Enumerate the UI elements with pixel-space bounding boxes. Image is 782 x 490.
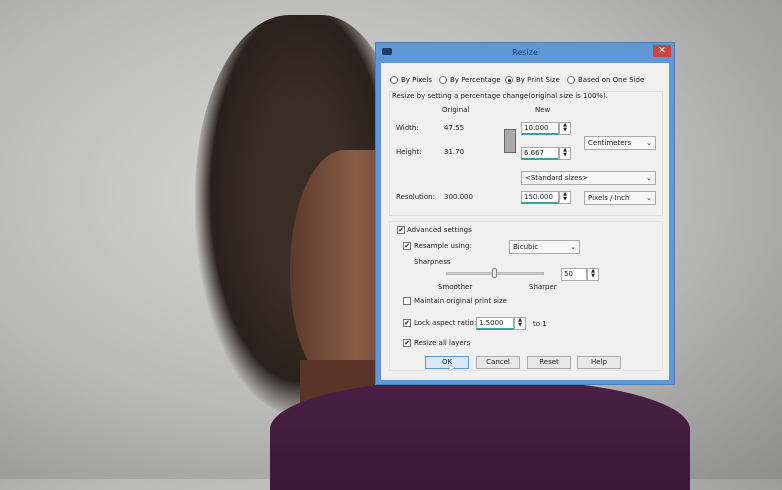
chevron-down-icon: ⌄ bbox=[646, 139, 652, 147]
resample-method-value: Bicubic bbox=[513, 243, 539, 251]
resample-label: Resample using: bbox=[414, 242, 472, 250]
original-header: Original bbox=[442, 106, 470, 114]
sharper-label: Sharper bbox=[529, 283, 557, 291]
close-button[interactable]: ✕ bbox=[653, 45, 671, 57]
height-input[interactable]: 6.667 bbox=[521, 147, 559, 160]
mouse-cursor-icon: ➤ bbox=[447, 363, 456, 374]
new-header: New bbox=[535, 106, 551, 114]
chevron-down-icon: ⌄ bbox=[646, 174, 652, 182]
resolution-original: 300.000 bbox=[444, 193, 473, 201]
smoother-label: Smoother bbox=[438, 283, 473, 291]
width-label: Width: bbox=[396, 124, 419, 132]
radio-based-on-one-side[interactable] bbox=[567, 76, 575, 84]
advanced-settings-checkbox[interactable]: ✔ bbox=[397, 226, 405, 234]
lock-aspect-checkbox[interactable]: ✔ bbox=[403, 319, 411, 327]
radio-label: By Pixels bbox=[401, 76, 433, 84]
description: Resize by setting a percentage change(or… bbox=[392, 92, 609, 100]
photo-sweater bbox=[270, 380, 690, 490]
height-spinner[interactable]: ▲ ▼ bbox=[559, 147, 571, 160]
advanced-settings-label: Advanced settings bbox=[407, 226, 472, 234]
radio-label: Based on One Side bbox=[578, 76, 645, 84]
resolution-input[interactable]: 150.000 bbox=[521, 191, 559, 204]
reset-button[interactable]: Reset bbox=[527, 356, 571, 369]
radio-label: By Print Size bbox=[516, 76, 560, 84]
aspect-ratio-input[interactable]: 1.5000 bbox=[476, 317, 514, 330]
help-button[interactable]: Help bbox=[577, 356, 621, 369]
dialog-body: By Pixels By Percentage By Print Size Ba… bbox=[381, 63, 669, 380]
sharpness-spinner[interactable]: ▲ ▼ bbox=[587, 268, 599, 281]
width-original: 47.55 bbox=[444, 124, 465, 132]
aspect-ratio-spinner[interactable]: ▲ ▼ bbox=[514, 317, 526, 330]
cancel-button[interactable]: Cancel bbox=[476, 356, 520, 369]
resize-dialog: Resize ✕ By Pixels By Percentage By Prin… bbox=[375, 42, 675, 385]
radio-by-percentage[interactable] bbox=[439, 76, 447, 84]
resolution-units-value: Pixels / Inch bbox=[588, 194, 630, 202]
radio-label: By Percentage bbox=[450, 76, 501, 84]
resize-all-layers-checkbox[interactable]: ✔ bbox=[403, 339, 411, 347]
chevron-down-icon: ⌄ bbox=[570, 243, 576, 251]
radio-by-print-size[interactable] bbox=[505, 76, 513, 84]
resolution-spinner[interactable]: ▲ ▼ bbox=[559, 191, 571, 204]
units-select[interactable]: Centimeters ⌄ bbox=[584, 136, 656, 150]
maintain-print-size-checkbox[interactable] bbox=[403, 297, 411, 305]
resize-all-layers-label: Resize all layers bbox=[414, 339, 471, 347]
width-input[interactable]: 10.000 bbox=[521, 122, 559, 135]
sharpness-slider-thumb[interactable] bbox=[492, 268, 497, 278]
width-spinner[interactable]: ▲ ▼ bbox=[559, 122, 571, 135]
dialog-title: Resize bbox=[512, 48, 538, 57]
chevron-down-icon: ⌄ bbox=[646, 194, 652, 202]
title-bar[interactable]: Resize ✕ bbox=[376, 43, 674, 63]
sharpness-label: Sharpness bbox=[414, 258, 451, 266]
maintain-print-size-label: Maintain original print size bbox=[414, 297, 507, 305]
height-original: 31.70 bbox=[444, 148, 465, 156]
standard-sizes-value: <Standard sizes> bbox=[525, 174, 589, 182]
resolution-units-select[interactable]: Pixels / Inch ⌄ bbox=[584, 191, 656, 205]
sharpness-input[interactable]: 50 bbox=[561, 268, 587, 281]
lock-aspect-label: Lock aspect ratio: bbox=[414, 319, 477, 327]
standard-sizes-select[interactable]: <Standard sizes> ⌄ bbox=[521, 171, 656, 185]
radio-by-pixels[interactable] bbox=[390, 76, 398, 84]
height-label: Height: bbox=[396, 148, 422, 156]
chain-link-icon[interactable] bbox=[504, 129, 516, 153]
aspect-ratio-suffix: to 1 bbox=[533, 320, 547, 328]
resample-method-select[interactable]: Bicubic ⌄ bbox=[509, 240, 580, 254]
units-value: Centimeters bbox=[588, 139, 632, 147]
resample-checkbox[interactable]: ✔ bbox=[403, 242, 411, 250]
resolution-label: Resolution: bbox=[396, 193, 435, 201]
